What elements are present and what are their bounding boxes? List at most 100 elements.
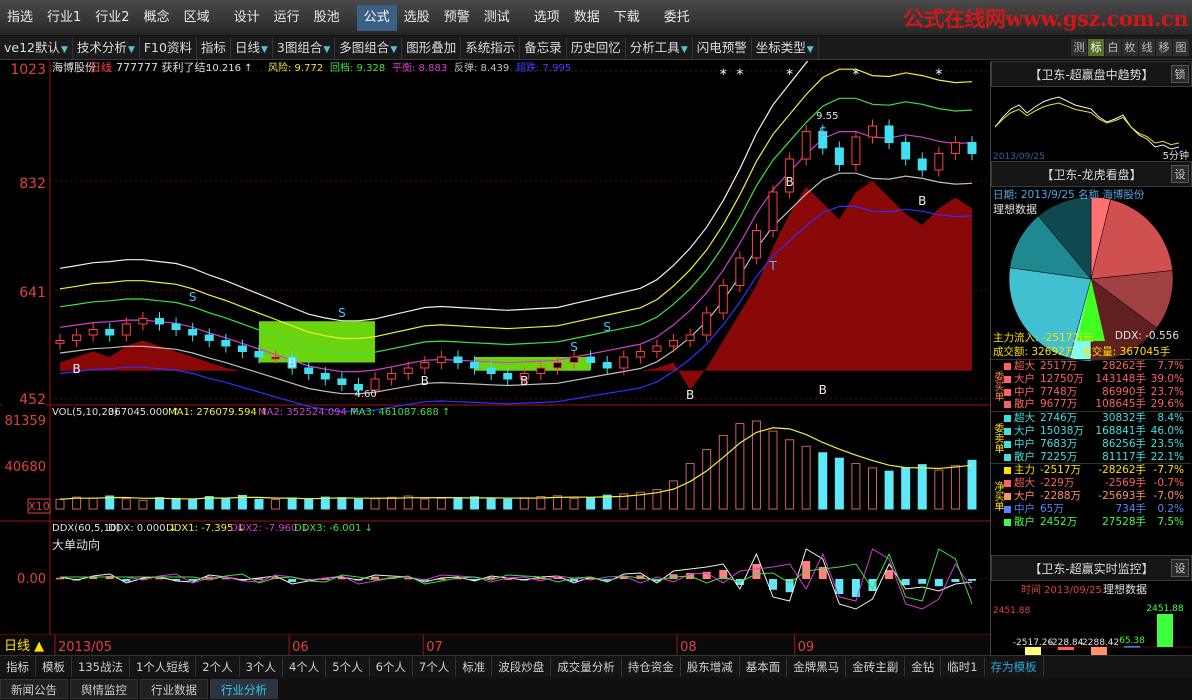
window-tab-5[interactable]: 移 xyxy=(1156,39,1172,56)
ddx-title: 大单动向 xyxy=(52,537,100,552)
menu-item-gainian[interactable]: 概念 xyxy=(137,5,177,31)
window-tab-3[interactable]: 枚 xyxy=(1122,39,1138,56)
window-tab-4[interactable]: 线 xyxy=(1139,39,1155,56)
template-tab-15[interactable]: 基本面 xyxy=(740,656,788,677)
template-tab-2[interactable]: 135战法 xyxy=(72,656,130,677)
toolbar-item-11[interactable]: 分析工具▼ xyxy=(626,36,693,59)
template-tab-17[interactable]: 金砖主副 xyxy=(846,656,906,677)
toolbar-item-13[interactable]: 坐标类型▼ xyxy=(752,36,819,59)
volume-bar xyxy=(188,498,198,510)
template-tab-19[interactable]: 临时1 xyxy=(941,656,985,677)
toolbar-item-5[interactable]: 3图组合▼ xyxy=(273,36,336,59)
monitor-panel-title: 【卫东-超赢实时监控】 xyxy=(1029,562,1154,576)
template-tab-7[interactable]: 5个人 xyxy=(326,656,370,677)
volume-bar xyxy=(917,464,927,510)
window-tab-6[interactable]: 图 xyxy=(1173,39,1189,56)
template-tab-1[interactable]: 模板 xyxy=(36,656,72,677)
monitor-settings-button[interactable]: 设 xyxy=(1171,559,1189,577)
ddx-bar xyxy=(802,561,811,579)
buy-marker: B xyxy=(686,388,694,402)
template-tab-16[interactable]: 金牌黑马 xyxy=(787,656,847,677)
template-tab-20[interactable]: 存为模板 xyxy=(985,656,1044,677)
menu-item-xuangu[interactable]: 选股 xyxy=(397,5,437,31)
template-tab-5[interactable]: 3个人 xyxy=(240,656,283,677)
template-tab-3[interactable]: 1个人短线 xyxy=(130,656,197,677)
star-marker: * xyxy=(736,67,743,83)
bottom-tab-2[interactable]: 行业数据 xyxy=(140,678,208,699)
bottom-tab-1[interactable]: 舆情监控 xyxy=(70,678,138,699)
menu-item-sheji[interactable]: 设计 xyxy=(227,5,267,31)
monitor-bar xyxy=(1124,646,1140,648)
sell-section-row: 大户 15038万 168841手 46.0% xyxy=(1003,425,1191,438)
menu-item-yunxing[interactable]: 运行 xyxy=(267,5,307,31)
toolbar-item-2[interactable]: F10资料 xyxy=(140,36,197,59)
bottom-tab-3[interactable]: 行业分析 xyxy=(210,678,278,699)
sell-section-body: 超大 2746万 30832手 8.4% 大户 15038万 168841手 46.0% 中户 7… xyxy=(1003,412,1191,463)
volume-ma3: MA3: 461087.688 ↑ xyxy=(350,407,450,418)
flow-row-volume: -25693手 xyxy=(1098,489,1146,502)
template-tab-14[interactable]: 股东增减 xyxy=(681,656,740,677)
toolbar-item-1[interactable]: 技术分析▼ xyxy=(73,36,140,59)
buy-section-side-label: 委买单 xyxy=(992,370,1003,401)
x-axis-period: 日线 ▲ xyxy=(4,639,44,654)
volume-bar xyxy=(353,498,363,510)
template-tab-6[interactable]: 4个人 xyxy=(283,656,327,677)
net-section-row: 散户 2452万 27528手 7.5% xyxy=(1003,516,1191,529)
toolbar-item-8[interactable]: 系统指示 xyxy=(461,36,521,59)
net-section: 净买单 主力 -2517万 -28262手 -7.7% 超大 -229万 -2569手 -0.7… xyxy=(991,463,1191,528)
menu-item-hangye1[interactable]: 行业1 xyxy=(40,5,88,31)
chart-area[interactable]: 1023 832 641 452 S S S S S B B B B B B B B T * * * * * 9.55 4.60… xyxy=(0,61,990,661)
toolbar-item-12[interactable]: 闪电预警 xyxy=(693,36,752,59)
template-tab-12[interactable]: 成交量分析 xyxy=(551,656,622,677)
menu-item-hangye2[interactable]: 行业2 xyxy=(88,5,136,31)
window-tab-1[interactable]: 标 xyxy=(1088,39,1104,56)
ddx-bar xyxy=(951,579,960,582)
chart-canvas[interactable]: 1023 832 641 452 S S S S S B B B B B B B B T * * * * * 9.55 4.60… xyxy=(0,61,990,661)
template-tab-9[interactable]: 7个人 xyxy=(413,656,457,677)
bottom-tab-0[interactable]: 新闻公告 xyxy=(0,678,68,699)
net-section-row: 中户 65万 734手 0.2% xyxy=(1003,503,1191,516)
toolbar-item-3[interactable]: 指标 xyxy=(197,36,231,59)
menu-item-weituo[interactable]: 委托 xyxy=(657,5,697,31)
toolbar-item-10[interactable]: 历史回忆 xyxy=(567,36,626,59)
volume-bar xyxy=(503,498,513,510)
toolbar-item-4[interactable]: 日线▼ xyxy=(231,36,273,59)
lock-button[interactable]: 锁 xyxy=(1171,65,1189,83)
window-tabs: 测标白枚线移图 xyxy=(1071,39,1189,56)
candle-body xyxy=(602,362,612,369)
legend-swatch xyxy=(1004,453,1011,461)
flow-row-volume: 86256手 xyxy=(1102,437,1146,450)
toolbar-item-0[interactable]: ve12默认▼ xyxy=(0,36,73,59)
template-tab-10[interactable]: 标准 xyxy=(456,656,493,677)
flow-row-name: 散户 xyxy=(1014,398,1035,411)
template-tab-4[interactable]: 2个人 xyxy=(196,656,240,677)
menu-item-xiazai[interactable]: 下载 xyxy=(607,5,647,31)
template-tab-13[interactable]: 持仓资金 xyxy=(622,656,681,677)
template-tab-18[interactable]: 金钻 xyxy=(905,656,942,677)
toolbar-item-7[interactable]: 图形叠加 xyxy=(402,36,462,59)
window-tab-2[interactable]: 白 xyxy=(1105,39,1121,56)
template-tab-0[interactable]: 指标 xyxy=(0,656,36,677)
toolbar-item-9[interactable]: 备忘录 xyxy=(520,36,567,59)
candle-body xyxy=(304,367,314,374)
candle-body xyxy=(105,329,115,336)
candle-body xyxy=(552,362,562,369)
net-section-body: 主力 -2517万 -28262手 -7.7% 超大 -229万 -2569手 -0.7% 大户… xyxy=(1003,464,1191,528)
template-tab-11[interactable]: 波段炒盘 xyxy=(492,656,552,677)
ddx-bar xyxy=(885,570,894,579)
template-tab-8[interactable]: 6个人 xyxy=(370,656,413,677)
volume-ma2: MA2: 352524.094 ↑ xyxy=(258,407,358,418)
menu-item-quyu[interactable]: 区域 xyxy=(177,5,217,31)
toolbar-item-label: 闪电预警 xyxy=(696,39,747,55)
toolbar-item-6[interactable]: 多图组合▼ xyxy=(335,36,403,59)
settings-button[interactable]: 设 xyxy=(1171,165,1189,183)
indicator-value-0: 10.216 ↑ xyxy=(206,63,253,74)
menu-item-zhixuan[interactable]: 指选 xyxy=(0,5,40,31)
menu-item-xuanxiang[interactable]: 选项 xyxy=(527,5,567,31)
menu-item-yujing[interactable]: 预警 xyxy=(437,5,477,31)
menu-item-guchi[interactable]: 股池 xyxy=(307,5,347,31)
window-tab-0[interactable]: 测 xyxy=(1071,39,1087,56)
menu-item-gongshi[interactable]: 公式 xyxy=(356,4,397,31)
menu-item-shuju[interactable]: 数据 xyxy=(567,5,607,31)
menu-item-ceshi[interactable]: 测试 xyxy=(477,5,517,31)
